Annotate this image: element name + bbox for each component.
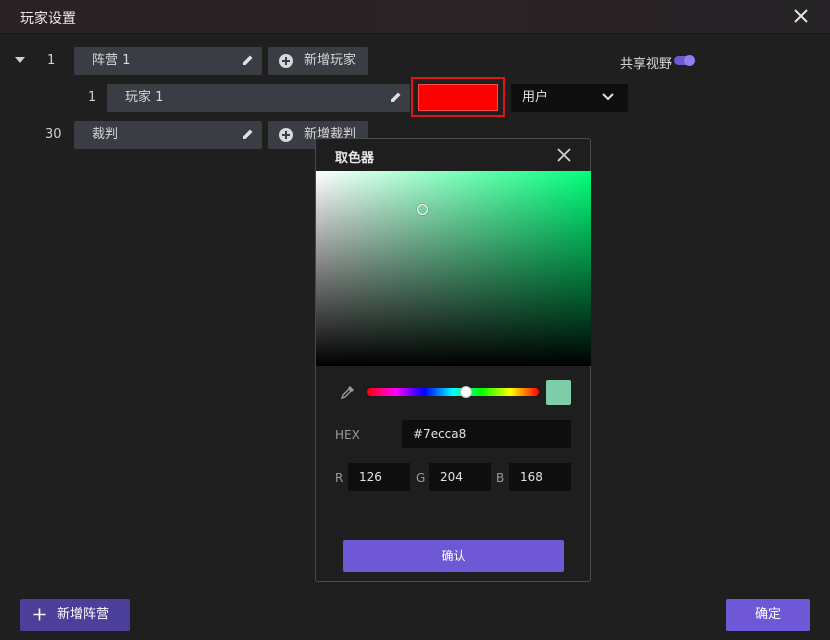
toggle-knob <box>684 55 695 66</box>
saturation-value-area[interactable] <box>316 171 591 366</box>
color-picker-dialog: 取色器 HEX #7ecca8 R 126 G 204 B 168 确认 <box>315 138 591 582</box>
hue-slider-thumb[interactable] <box>460 386 472 398</box>
camp-index: 1 <box>47 53 56 68</box>
r-label: R <box>335 471 344 485</box>
b-label: B <box>496 471 505 485</box>
player-name-field[interactable]: 玩家 1 <box>107 84 410 112</box>
close-icon[interactable] <box>792 7 810 25</box>
add-player-label: 新增玩家 <box>304 53 357 68</box>
collapse-caret-icon[interactable] <box>15 57 25 63</box>
camp-name-label: 阵营 1 <box>92 53 131 68</box>
edit-pencil-icon[interactable] <box>242 54 254 66</box>
camp-name-field[interactable]: 阵营 1 <box>74 47 262 75</box>
hue-slider[interactable] <box>367 386 539 398</box>
player-index: 1 <box>88 90 97 105</box>
hex-label: HEX <box>335 428 360 442</box>
add-player-button[interactable]: 新增玩家 <box>268 47 368 75</box>
window-title: 玩家设置 <box>20 11 76 27</box>
share-view-label: 共享视野 <box>620 57 673 72</box>
chevron-down-icon <box>602 93 614 101</box>
b-input[interactable]: 168 <box>509 463 571 491</box>
eyedropper-icon[interactable] <box>340 384 356 400</box>
player-color-swatch[interactable] <box>418 84 498 111</box>
player-name-label: 玩家 1 <box>125 90 164 105</box>
sv-cursor[interactable] <box>417 204 428 215</box>
sv-black-gradient <box>316 171 591 366</box>
add-camp-button[interactable]: 新增阵营 <box>20 599 130 631</box>
g-label: G <box>416 471 426 485</box>
g-input[interactable]: 204 <box>429 463 491 491</box>
share-view-toggle[interactable] <box>674 55 695 66</box>
add-camp-label: 新增阵营 <box>57 607 110 622</box>
camp-index: 30 <box>45 127 62 142</box>
hex-input[interactable]: #7ecca8 <box>402 420 571 448</box>
plus-icon <box>33 608 46 621</box>
close-icon[interactable] <box>557 148 571 162</box>
role-select-value: 用户 <box>522 90 549 105</box>
edit-pencil-icon[interactable] <box>242 128 254 140</box>
title-bar: 玩家设置 <box>0 0 830 34</box>
ok-button[interactable]: 确定 <box>726 599 810 631</box>
r-input[interactable]: 126 <box>348 463 410 491</box>
confirm-color-button[interactable]: 确认 <box>343 540 564 572</box>
add-circle-icon <box>279 54 293 68</box>
color-preview <box>546 380 571 405</box>
edit-pencil-icon[interactable] <box>390 91 402 103</box>
role-select[interactable]: 用户 <box>511 84 628 112</box>
referee-name-label: 裁判 <box>92 127 119 142</box>
color-picker-title: 取色器 <box>335 151 375 166</box>
add-circle-icon <box>279 128 293 142</box>
referee-name-field[interactable]: 裁判 <box>74 121 262 149</box>
